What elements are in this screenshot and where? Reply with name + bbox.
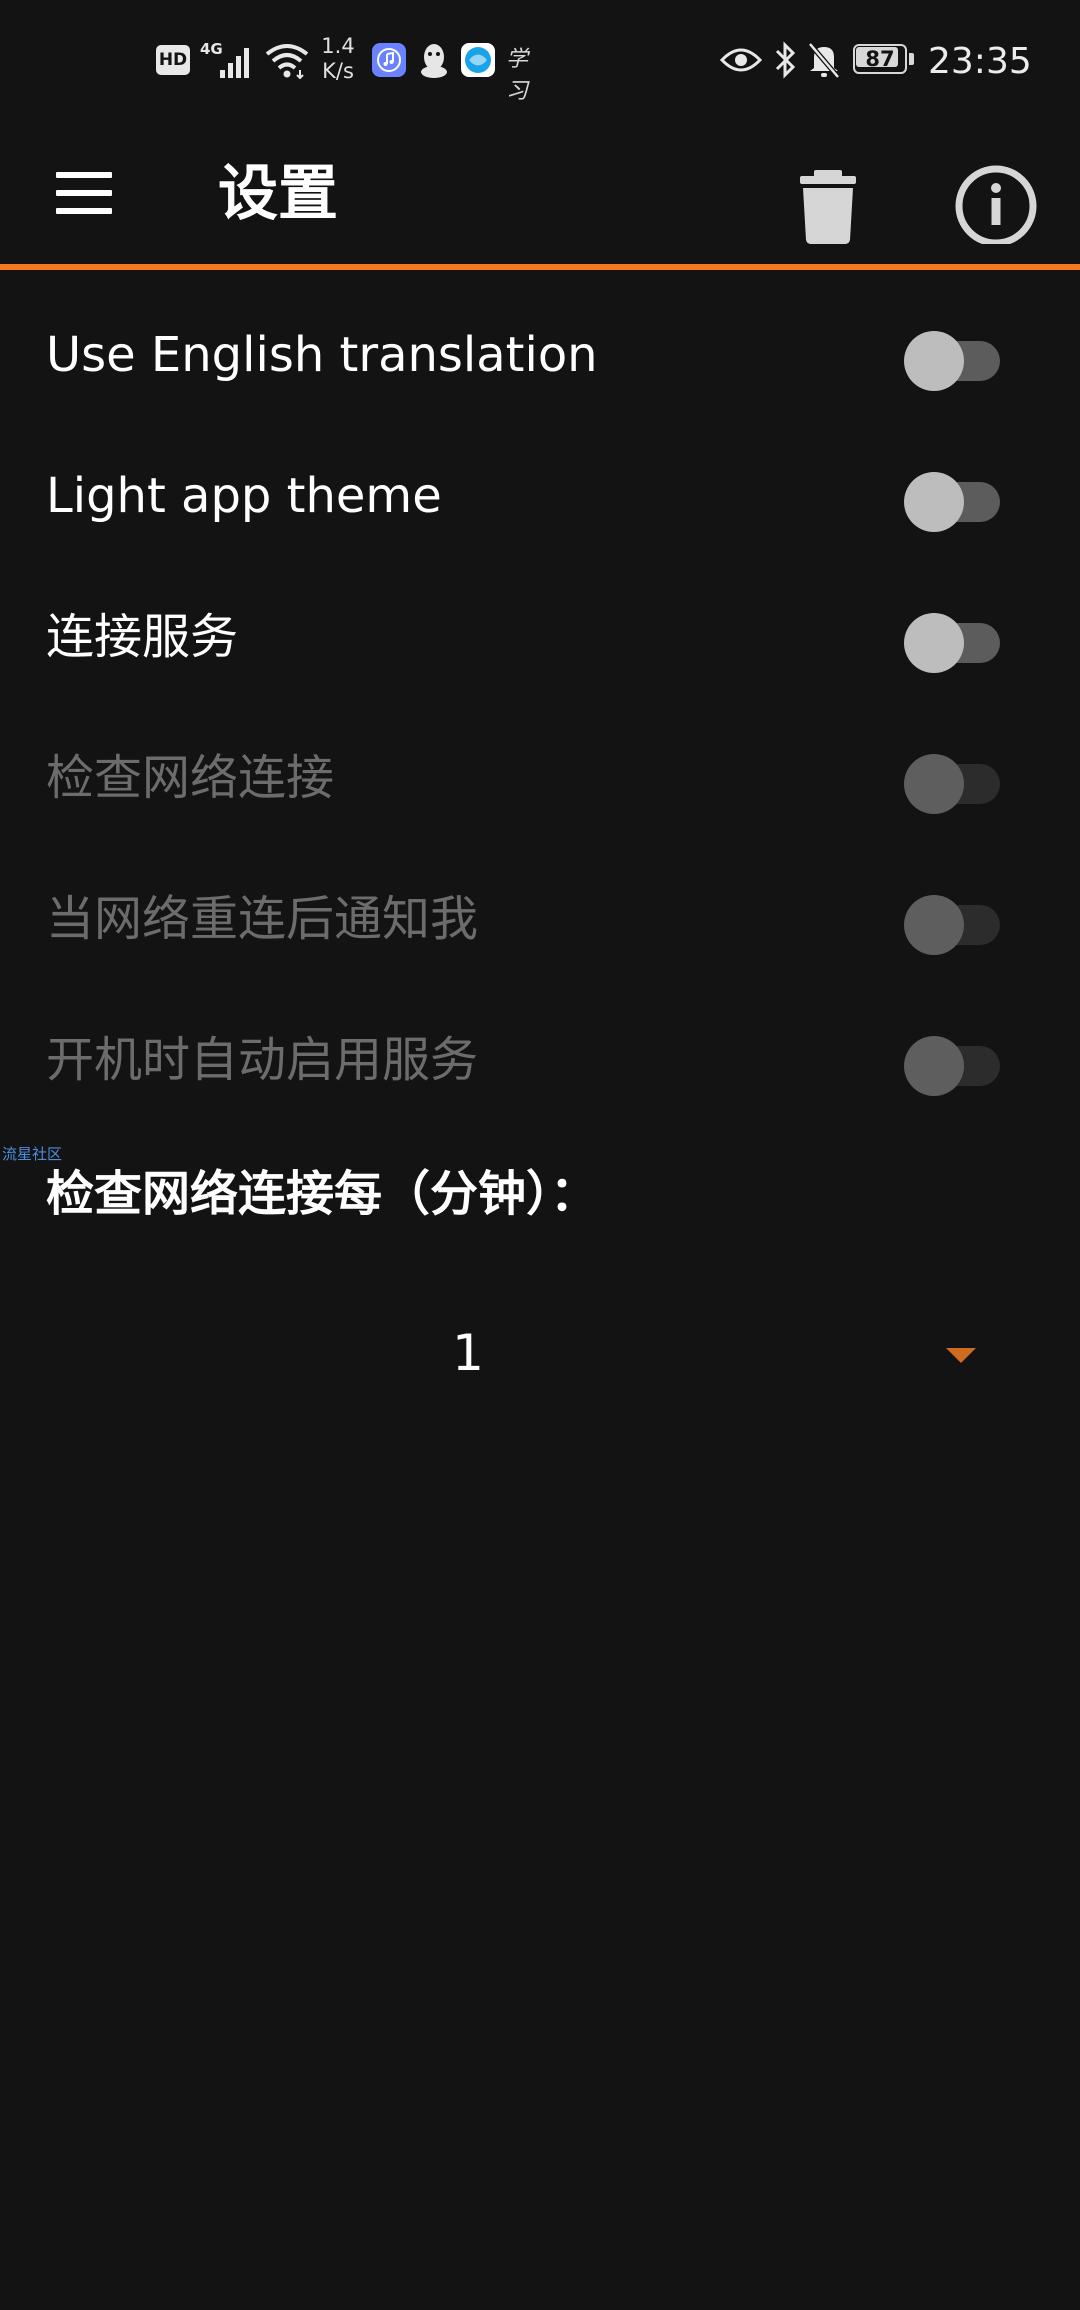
hd-voice-icon: HD xyxy=(156,45,190,75)
settings-list: Use English translation Light app theme … xyxy=(0,287,1080,1133)
wifi-icon xyxy=(265,44,309,80)
interval-label: 检查网络连接每（分钟）： xyxy=(46,1166,599,1222)
cell-signal-icon xyxy=(220,48,249,78)
setting-label: 检查网络连接 xyxy=(46,750,335,806)
bell-off-icon xyxy=(808,42,840,79)
spinner-selected-value: 1 xyxy=(452,1324,484,1382)
setting-label: Light app theme xyxy=(46,468,442,524)
watermark-text: 流星社区 xyxy=(2,1145,63,1163)
setting-check-network: 检查网络连接 xyxy=(0,710,1080,851)
status-clock: 23:35 xyxy=(928,41,1032,82)
status-bar: HD 4G 1.4 K/s 学习 87 23:35 xyxy=(0,0,1080,124)
trash-icon[interactable] xyxy=(790,144,866,244)
hamburger-menu-icon[interactable] xyxy=(34,150,130,238)
toggle-switch[interactable] xyxy=(904,609,1002,673)
toggle-switch[interactable] xyxy=(904,468,1002,532)
setting-notify-reconnect: 当网络重连后通知我 xyxy=(0,851,1080,992)
settings-screen: HD 4G 1.4 K/s 学习 87 23:35 设置 Use English… xyxy=(0,0,1080,2310)
xuexi-app-icon: 学习 xyxy=(506,47,529,104)
setting-start-on-boot: 开机时自动启用服务 xyxy=(0,992,1080,1133)
setting-label: Use English translation xyxy=(46,327,598,383)
setting-label: 当网络重连后通知我 xyxy=(46,891,479,947)
setting-connect-service[interactable]: 连接服务 xyxy=(0,569,1080,710)
network-speed-unit: K/s xyxy=(322,59,354,83)
setting-label: 连接服务 xyxy=(46,609,239,665)
setting-use-english[interactable]: Use English translation xyxy=(0,287,1080,428)
app-toolbar: 设置 xyxy=(0,124,1080,264)
network-speed-value: 1.4 xyxy=(321,34,355,58)
qq-app-icon xyxy=(421,44,447,78)
dropdown-arrow-icon xyxy=(946,1348,976,1363)
battery-level-text: 87 xyxy=(865,47,895,71)
page-title: 设置 xyxy=(218,159,338,229)
setting-label: 开机时自动启用服务 xyxy=(46,1032,479,1088)
eye-comfort-icon xyxy=(720,48,762,72)
interval-spinner[interactable]: 1 xyxy=(30,1290,1030,1420)
toggle-switch xyxy=(904,750,1002,814)
info-icon[interactable] xyxy=(950,144,1042,247)
toolbar-accent-divider xyxy=(0,264,1080,270)
toggle-switch[interactable] xyxy=(904,327,1002,391)
setting-light-theme[interactable]: Light app theme xyxy=(0,428,1080,569)
music-app-icon xyxy=(372,43,406,77)
network-speed: 1.4 K/s xyxy=(316,34,360,84)
toggle-switch xyxy=(904,891,1002,955)
battery-icon: 87 xyxy=(853,44,917,76)
browser-app-icon xyxy=(461,43,495,77)
bluetooth-icon xyxy=(775,41,796,79)
toggle-switch xyxy=(904,1032,1002,1096)
